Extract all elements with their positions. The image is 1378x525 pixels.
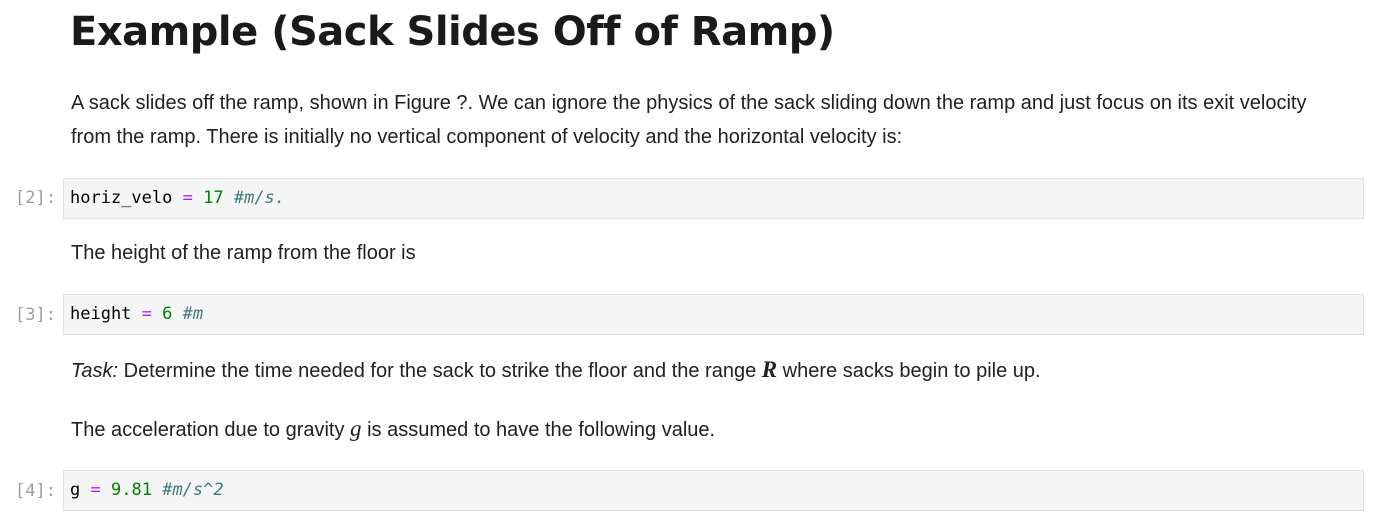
- code-variable: horiz_velo: [70, 188, 173, 208]
- intro-paragraph: A sack slides off the ramp, shown in Fig…: [71, 86, 1331, 154]
- code-number: 6: [162, 304, 173, 324]
- cell-prompt: [2]:: [15, 188, 56, 208]
- task-text-before: Determine the time needed for the sack t…: [118, 360, 762, 382]
- code-number: 17: [203, 188, 224, 208]
- task-text: Task: Determine the time needed for the …: [71, 353, 1331, 388]
- code-variable: g: [70, 480, 81, 500]
- intro-text: A sack slides off the ramp, shown in Fig…: [71, 92, 1307, 148]
- cell-prompt: [3]:: [15, 305, 56, 325]
- code-number: 9.81: [111, 480, 152, 500]
- code-variable: height: [70, 304, 132, 324]
- gravity-symbol: g: [350, 416, 362, 441]
- height-paragraph: The height of the ramp from the floor is: [71, 236, 1331, 270]
- range-symbol: R: [761, 357, 778, 382]
- gravity-text-after: is assumed to have the following value.: [361, 419, 716, 441]
- page-title: Example (Sack Slides Off of Ramp): [70, 9, 835, 55]
- code-cell-horiz-velo[interactable]: horiz_velo = 17 #m/s.: [63, 178, 1364, 219]
- height-text: The height of the ramp from the floor is: [71, 242, 416, 264]
- gravity-paragraph: The acceleration due to gravity g is ass…: [71, 412, 1331, 447]
- code-comment: #m/s.: [233, 188, 286, 208]
- cell-prompt: [4]:: [15, 481, 56, 501]
- task-text-after: where sacks begin to pile up.: [777, 360, 1041, 382]
- code-cell-height[interactable]: height = 6 #m: [63, 294, 1364, 335]
- task-label: Task:: [71, 360, 119, 382]
- code-cell-gravity[interactable]: g = 9.81 #m/s^2: [63, 470, 1364, 511]
- code-comment: #m/s^2: [162, 480, 224, 500]
- code-operator: =: [141, 304, 152, 324]
- code-operator: =: [182, 188, 193, 208]
- task-paragraph: Task: Determine the time needed for the …: [71, 353, 1331, 388]
- gravity-text: The acceleration due to gravity g is ass…: [71, 412, 1331, 447]
- code-comment: #m: [182, 304, 204, 324]
- code-operator: =: [90, 480, 101, 500]
- gravity-text-before: The acceleration due to gravity: [71, 419, 351, 441]
